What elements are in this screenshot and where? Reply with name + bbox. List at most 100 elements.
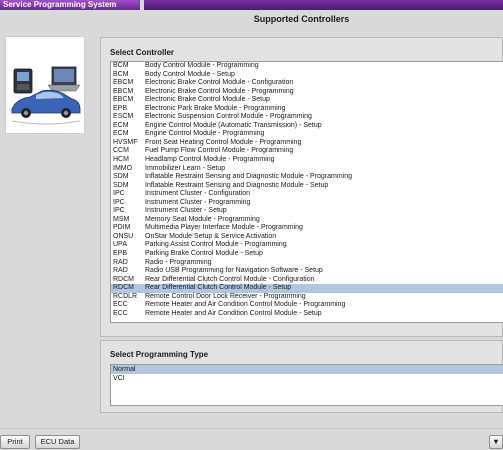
controller-row[interactable]: UPA Parking Assist Control Module - Progr… [111, 241, 503, 250]
print-button[interactable]: Print [0, 435, 30, 449]
controller-description: Inflatable Restraint Sensing and Diagnos… [145, 173, 352, 181]
controller-row[interactable]: IPC Instrument Cluster - Setup [111, 207, 503, 216]
controller-code: MSM [113, 215, 130, 223]
controller-code: ESCM [113, 113, 134, 121]
controller-row[interactable]: RAD Radio USB Programming for Navigation … [111, 267, 503, 276]
title-bar-fill [144, 0, 503, 10]
controller-description: OnStar Module Setup & Service Activation [145, 232, 277, 240]
controller-code: HCM [113, 156, 129, 164]
controller-code: ECC [113, 309, 128, 317]
controller-row[interactable]: HCM Headlamp Control Module - Programming [111, 156, 503, 165]
select-controller-label: Select Controller [110, 48, 175, 57]
controller-row[interactable]: HVSMF Front Seat Heating Control Module -… [111, 139, 503, 148]
controller-code: EBCM [113, 87, 134, 95]
controller-row[interactable]: IMMO Immobilizer Learn - Setup [111, 165, 503, 174]
window-title: Service Programming System [0, 0, 140, 10]
controller-description: Rear Differential Clutch Control Module … [145, 284, 292, 292]
controller-row[interactable]: RCDLR Remote Control Door Lock Receiver -… [111, 293, 503, 302]
controller-code: ECC [113, 301, 128, 309]
bottom-toolbar: Print ECU Data ▼ [0, 428, 503, 450]
controller-code: CCM [113, 147, 129, 155]
controller-code: ONSU [113, 232, 134, 240]
controller-row[interactable]: EPB Parking Brake Control Module - Setup [111, 250, 503, 259]
controller-description: Body Control Module - Setup [145, 70, 235, 78]
controller-description: Electronic Brake Control Module - Config… [145, 79, 294, 87]
controller-description: Radio USB Programming for Navigation Sof… [145, 267, 323, 275]
select-programming-type-label: Select Programming Type [110, 350, 209, 359]
controller-row[interactable]: ESCM Electronic Suspension Control Module… [111, 113, 503, 122]
select-controller-group: Select Controller BCM Body Control Module… [100, 37, 503, 337]
controller-code: IMMO [113, 164, 133, 172]
controller-description: Parking Assist Control Module - Programm… [145, 241, 287, 249]
controller-code: BCM [113, 62, 129, 69]
controller-row[interactable]: RAD Radio - Programming [111, 259, 503, 268]
controller-code: EBCM [113, 96, 134, 104]
controller-description: Front Seat Heating Control Module - Prog… [145, 138, 302, 146]
controller-code: IPC [113, 190, 125, 198]
controller-row[interactable]: EPB Electronic Park Brake Module - Progra… [111, 105, 503, 114]
tool-image-panel [5, 36, 85, 134]
controller-code: RDCM [113, 284, 134, 292]
controller-code: BCM [113, 70, 129, 78]
controller-code: IPC [113, 207, 125, 215]
controller-description: Memory Seat Module - Programming [145, 215, 260, 223]
controller-description: Engine Control Module - Programming [145, 130, 265, 138]
controller-row[interactable]: MSM Memory Seat Module - Programming [111, 216, 503, 225]
controller-code: ECM [113, 121, 129, 129]
programming-type-option[interactable]: VCI [111, 374, 503, 383]
controller-row[interactable]: SDM Inflatable Restraint Sensing and Diag… [111, 173, 503, 182]
controller-description: Inflatable Restraint Sensing and Diagnos… [145, 181, 329, 189]
programming-type-option[interactable]: Normal [111, 365, 503, 374]
controller-row[interactable]: SDM Inflatable Restraint Sensing and Diag… [111, 182, 503, 191]
controller-row[interactable]: PDIM Multimedia Player Interface Module -… [111, 224, 503, 233]
controller-description: Parking Brake Control Module - Setup [145, 250, 263, 258]
controller-row[interactable]: ECC Remote Heater and Air Condition Contr… [111, 301, 503, 310]
controller-description: Multimedia Player Interface Module - Pro… [145, 224, 303, 232]
controller-code: SDM [113, 173, 129, 181]
programming-type-list[interactable]: Normal VCI [110, 364, 503, 406]
scan-tool-car-illustration [11, 66, 81, 125]
controller-row[interactable]: RDCM Rear Differential Clutch Control Mod… [111, 276, 503, 285]
controller-row[interactable]: BCM Body Control Module - Setup [111, 71, 503, 80]
chevron-down-icon[interactable]: ▼ [489, 435, 503, 449]
controller-code: IPC [113, 198, 125, 206]
controller-code: PDIM [113, 224, 131, 232]
controller-row[interactable]: IPC Instrument Cluster - Configuration [111, 190, 503, 199]
controller-code: ECM [113, 130, 129, 138]
controller-description: Instrument Cluster - Configuration [145, 190, 251, 198]
controller-code: EPB [113, 104, 128, 112]
controller-description: Immobilizer Learn - Setup [145, 164, 226, 172]
controller-row[interactable]: CCM Fuel Pump Flow Control Module - Progr… [111, 147, 503, 156]
ecu-data-button[interactable]: ECU Data [35, 435, 80, 449]
controller-row[interactable]: ECM Engine Control Module (Automatic Tran… [111, 122, 503, 131]
controller-code: RCDLR [113, 292, 138, 300]
controller-description: Remote Heater and Air Condition Control … [145, 301, 346, 309]
title-bar: Service Programming System [0, 0, 503, 10]
controller-list[interactable]: BCM Body Control Module - Programming BCM B… [110, 61, 503, 323]
controller-row[interactable]: ECM Engine Control Module - Programming [111, 130, 503, 139]
controller-row[interactable]: EBCM Electronic Brake Control Module - Pr… [111, 88, 503, 97]
controller-description: Fuel Pump Flow Control Module - Programm… [145, 147, 294, 155]
controller-row[interactable]: ONSU OnStar Module Setup & Service Activa… [111, 233, 503, 242]
controller-code: RAD [113, 258, 128, 266]
controller-code: HVSMF [113, 138, 138, 146]
controller-row[interactable]: IPC Instrument Cluster - Programming [111, 199, 503, 208]
controller-description: Electronic Park Brake Module - Programmi… [145, 104, 286, 112]
controller-description: Remote Heater and Air Condition Control … [145, 309, 322, 317]
controller-description: Rear Differential Clutch Control Module … [145, 275, 315, 283]
controller-description: Instrument Cluster - Setup [145, 207, 227, 215]
controller-row[interactable]: EBCM Electronic Brake Control Module - Se… [111, 96, 503, 105]
controller-description: Headlamp Control Module - Programming [145, 156, 275, 164]
controller-code: RAD [113, 267, 128, 275]
controller-row[interactable]: EBCM Electronic Brake Control Module - Co… [111, 79, 503, 88]
controller-row[interactable]: ECC Remote Heater and Air Condition Contr… [111, 310, 503, 319]
controller-code: UPA [113, 241, 127, 249]
controller-description: Remote Control Door Lock Receiver - Prog… [145, 292, 306, 300]
controller-description: Engine Control Module (Automatic Transmi… [145, 121, 322, 129]
controller-description: Instrument Cluster - Programming [145, 198, 251, 206]
controller-row[interactable]: BCM Body Control Module - Programming [111, 62, 503, 71]
controller-description: Radio - Programming [145, 258, 212, 266]
controller-code: EBCM [113, 79, 134, 87]
controller-description: Electronic Suspension Control Module - P… [145, 113, 312, 121]
controller-row[interactable]: RDCM Rear Differential Clutch Control Mod… [111, 284, 503, 293]
